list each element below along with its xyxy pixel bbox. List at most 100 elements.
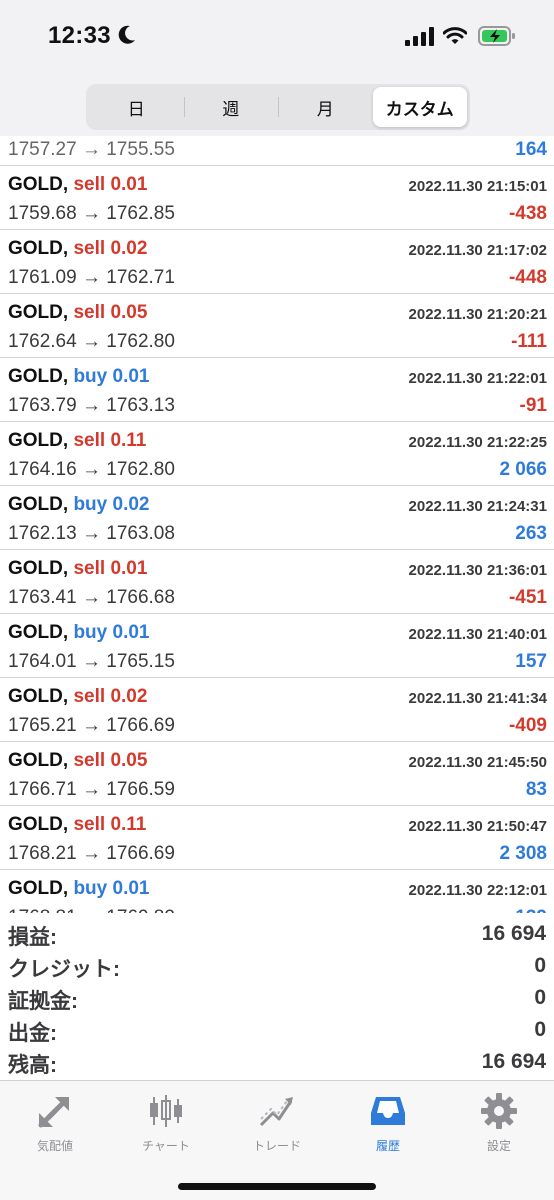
tab-day[interactable]: 日 xyxy=(89,87,184,127)
close-price: 1766.68 xyxy=(106,587,175,608)
deal-datetime: 2022.11.30 21:15:01 xyxy=(408,178,547,195)
deal-lot: 0.05 xyxy=(110,302,148,323)
deal-prices: 1765.21 → 1766.69 xyxy=(8,715,175,737)
arrow-right-icon: → xyxy=(81,523,101,544)
open-price: 1763.41 xyxy=(8,587,77,608)
arrow-right-icon: → xyxy=(81,651,101,672)
tab-trade[interactable]: トレード xyxy=(222,1091,332,1155)
trade-trend-icon xyxy=(259,1097,293,1127)
close-price: 1769.82 xyxy=(106,907,175,913)
deal-lot: 0.01 xyxy=(112,366,150,387)
deal-side: buy xyxy=(73,878,108,899)
deal-datetime: 2022.11.30 21:40:01 xyxy=(408,626,547,643)
deal-row[interactable]: GOLD, sell 0.01 2022.11.30 21:15:01 1759.6… xyxy=(0,166,554,230)
tab-label: 履歴 xyxy=(375,1139,400,1153)
arrow-right-icon: → xyxy=(81,395,101,416)
wifi-icon xyxy=(443,27,467,44)
deal-row[interactable]: GOLD, buy 0.01 2022.11.30 21:22:01 1763.79… xyxy=(0,358,554,422)
deal-prices: 1764.16 → 1762.80 xyxy=(8,459,175,481)
summary-label: 証拠金: xyxy=(8,990,78,1013)
tab-month[interactable]: 月 xyxy=(278,87,373,127)
summary-label: 出金: xyxy=(8,1022,57,1045)
summary-value: 16 694 xyxy=(481,922,546,945)
summary-profit-row: 損益: 16 694 xyxy=(0,918,554,950)
summary-value: 0 xyxy=(534,1018,546,1041)
summary-balance-row: 残高: 16 694 xyxy=(0,1046,554,1078)
arrow-right-icon: → xyxy=(82,907,101,913)
deal-title: GOLD, sell 0.01 xyxy=(8,174,147,196)
open-price: 1765.21 xyxy=(8,715,77,736)
deal-row[interactable]: GOLD, buy 0.02 2022.11.30 21:24:31 1762.13… xyxy=(0,486,554,550)
deal-row[interactable]: GOLD, sell 0.11 2022.11.30 21:22:25 1764.1… xyxy=(0,422,554,486)
deal-row[interactable]: GOLD, buy 0.01 2022.11.30 22:12:01 1768.81… xyxy=(0,870,554,913)
close-price: 1762.80 xyxy=(106,459,175,480)
close-price: 1762.80 xyxy=(106,331,175,352)
deal-row[interactable]: GOLD, sell 0.02 2022.11.30 21:17:02 1761.0… xyxy=(0,230,554,294)
deal-datetime: 2022.11.30 21:22:01 xyxy=(408,370,547,387)
arrow-right-icon: → xyxy=(81,459,101,480)
deal-lot: 0.05 xyxy=(110,750,148,771)
deal-profit: 139 xyxy=(515,907,547,913)
deal-profit: 263 xyxy=(515,523,547,544)
deal-profit: 2 308 xyxy=(499,843,547,864)
summary-label: クレジット: xyxy=(8,958,120,981)
candlestick-icon xyxy=(150,1095,182,1127)
deal-history-list[interactable]: 1757.27 → 1755.55 164 GOLD, sell 0.01 202… xyxy=(0,136,554,913)
deal-lot: 0.11 xyxy=(110,430,147,451)
deal-symbol: GOLD, xyxy=(8,430,69,451)
open-price: 1764.01 xyxy=(8,651,77,672)
deal-symbol: GOLD, xyxy=(8,174,69,195)
period-selector-bar: 日 週 月 カスタム xyxy=(0,74,554,136)
deal-prices: 1763.41 → 1766.68 xyxy=(8,587,175,609)
summary-withdrawal-row: 出金: 0 xyxy=(0,1014,554,1046)
deal-symbol: GOLD, xyxy=(8,622,69,643)
deal-profit: -111 xyxy=(511,331,547,352)
deal-row[interactable]: GOLD, sell 0.02 2022.11.30 21:41:34 1765.2… xyxy=(0,678,554,742)
deal-row[interactable]: GOLD, sell 0.05 2022.11.30 21:20:21 1762.6… xyxy=(0,294,554,358)
tab-week[interactable]: 週 xyxy=(183,87,279,127)
account-summary: 損益: 16 694 クレジット: 0 証拠金: 0 出金: 0 残高: 16 … xyxy=(0,918,554,1080)
deal-prices: 1759.68 → 1762.85 xyxy=(8,203,175,225)
deal-side: buy xyxy=(73,622,108,643)
deal-row[interactable]: GOLD, sell 0.05 2022.11.30 21:45:50 1766.7… xyxy=(0,742,554,806)
deal-side: sell xyxy=(73,302,106,323)
summary-label: 残高: xyxy=(8,1054,57,1077)
tab-custom[interactable]: カスタム xyxy=(372,87,467,127)
deal-row[interactable]: GOLD, sell 0.11 2022.11.30 21:50:47 1768.2… xyxy=(0,806,554,870)
deal-profit: -451 xyxy=(508,587,547,608)
tab-chart[interactable]: チャート xyxy=(111,1091,221,1155)
tab-history[interactable]: 履歴 xyxy=(333,1091,443,1155)
deal-row[interactable]: GOLD, sell 0.01 2022.11.30 21:36:01 1763.4… xyxy=(0,550,554,614)
deal-row[interactable]: GOLD, buy 0.01 2022.11.30 21:40:01 1764.01… xyxy=(0,614,554,678)
tab-quotes[interactable]: 気配値 xyxy=(0,1091,110,1155)
close-price: 1762.85 xyxy=(106,203,175,224)
tab-label: 気配値 xyxy=(36,1139,73,1153)
deal-prices: 1768.21 → 1766.69 xyxy=(8,843,175,865)
deal-lot: 0.02 xyxy=(110,686,148,707)
summary-credit-row: クレジット: 0 xyxy=(0,950,554,982)
deal-lot: 0.01 xyxy=(110,174,148,195)
summary-value: 16 694 xyxy=(481,1050,546,1073)
arrow-right-icon: → xyxy=(81,715,101,736)
deal-title: GOLD, sell 0.05 xyxy=(8,302,147,324)
deal-lot: 0.01 xyxy=(110,558,148,579)
summary-value: 0 xyxy=(534,986,546,1009)
deal-title: GOLD, buy 0.02 xyxy=(8,494,150,516)
open-price: 1762.64 xyxy=(8,331,77,352)
close-price: 1766.59 xyxy=(106,779,175,800)
open-price: 1768.21 xyxy=(8,843,77,864)
deal-side: sell xyxy=(73,174,106,195)
deal-datetime: 2022.11.30 21:24:31 xyxy=(408,498,547,515)
partial-row-above: 1757.27 → 1755.55 164 xyxy=(0,136,554,166)
deal-lot: 0.11 xyxy=(110,814,147,835)
deal-datetime: 2022.11.30 21:36:01 xyxy=(408,562,547,579)
arrow-right-icon: → xyxy=(81,267,101,288)
open-price: 1762.13 xyxy=(8,523,77,544)
deal-datetime: 2022.11.30 21:41:34 xyxy=(408,690,547,707)
quotes-arrows-icon xyxy=(38,1097,69,1128)
deal-datetime: 2022.11.30 21:50:47 xyxy=(408,818,547,835)
deal-profit: -91 xyxy=(519,395,547,416)
deal-title: GOLD, sell 0.02 xyxy=(8,686,147,708)
deal-datetime: 2022.11.30 21:17:02 xyxy=(408,242,547,259)
tab-settings[interactable]: 設定 xyxy=(444,1091,554,1155)
